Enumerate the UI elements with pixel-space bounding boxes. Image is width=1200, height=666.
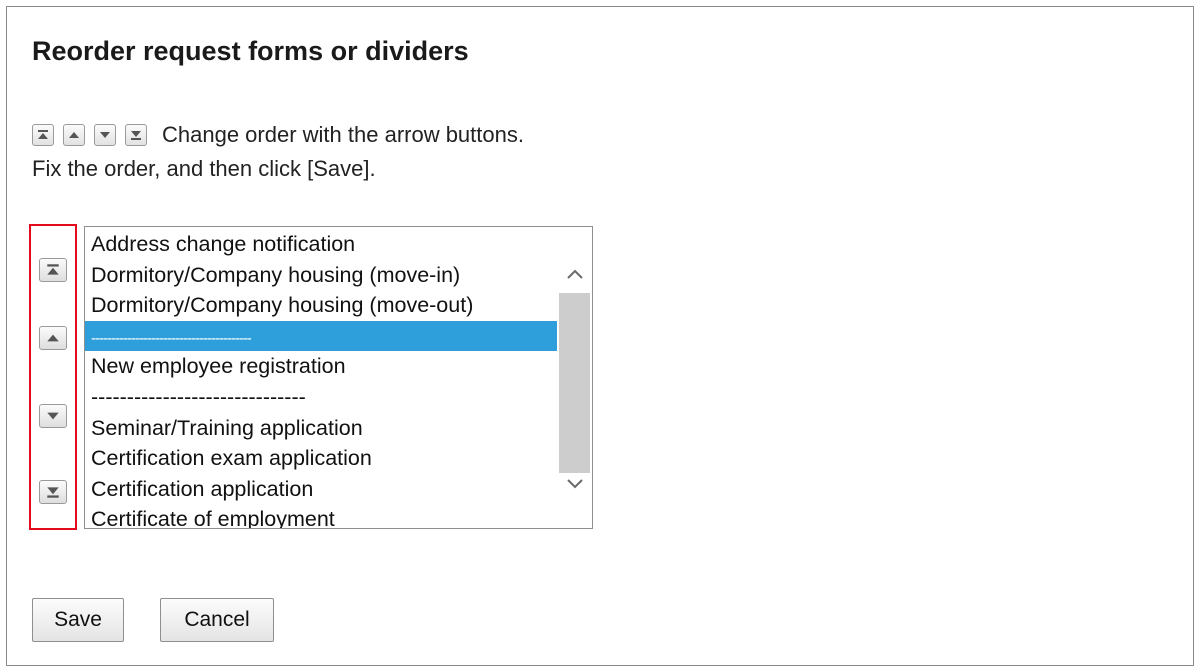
move-to-bottom-icon: [125, 124, 147, 146]
list-item-divider[interactable]: ------------------------------: [85, 382, 557, 413]
move-up-icon: [47, 334, 59, 342]
move-to-bottom-icon: [47, 487, 59, 498]
instruction-line-2: Fix the order, and then click [Save].: [32, 152, 524, 186]
list-item[interactable]: Certification exam application: [85, 443, 557, 474]
listbox-options: Address change notification Dormitory/Co…: [85, 229, 557, 528]
list-item[interactable]: Dormitory/Company housing (move-out): [85, 290, 557, 321]
list-item-selected-divider[interactable]: ----------------------------------------: [85, 320, 557, 352]
scroll-down-button[interactable]: [557, 469, 592, 499]
move-to-bottom-button[interactable]: [39, 480, 67, 504]
move-down-icon: [94, 124, 116, 146]
chevron-down-icon: [566, 479, 583, 489]
listbox-scrollbar[interactable]: [557, 227, 592, 528]
scroll-up-button[interactable]: [557, 259, 592, 289]
instructions: Change order with the arrow buttons. Fix…: [32, 118, 524, 186]
instruction-text-2: Fix the order, and then click [Save].: [32, 156, 376, 181]
chevron-up-icon: [566, 269, 583, 279]
list-item[interactable]: New employee registration: [85, 351, 557, 382]
instruction-line-1: Change order with the arrow buttons.: [32, 118, 524, 152]
list-item[interactable]: Certification application: [85, 474, 557, 505]
move-to-top-icon: [32, 124, 54, 146]
cancel-button[interactable]: Cancel: [160, 598, 274, 642]
instruction-text-1: Change order with the arrow buttons.: [162, 122, 524, 147]
order-buttons-highlight: [29, 224, 77, 530]
divider-label: ----------------------------------------: [91, 329, 252, 347]
move-up-icon: [63, 124, 85, 146]
move-up-button[interactable]: [39, 326, 67, 350]
list-item[interactable]: Dormitory/Company housing (move-in): [85, 260, 557, 291]
form-order-listbox[interactable]: Address change notification Dormitory/Co…: [84, 226, 593, 529]
scrollbar-thumb[interactable]: [559, 293, 590, 473]
move-down-icon: [47, 412, 59, 420]
list-item[interactable]: Seminar/Training application: [85, 413, 557, 444]
page-title: Reorder request forms or dividers: [32, 36, 469, 66]
list-item[interactable]: Address change notification: [85, 229, 557, 260]
move-down-button[interactable]: [39, 404, 67, 428]
move-to-top-icon: [47, 264, 59, 275]
list-item[interactable]: Certificate of employment: [85, 504, 557, 528]
save-button[interactable]: Save: [32, 598, 124, 642]
move-to-top-button[interactable]: [39, 258, 67, 282]
